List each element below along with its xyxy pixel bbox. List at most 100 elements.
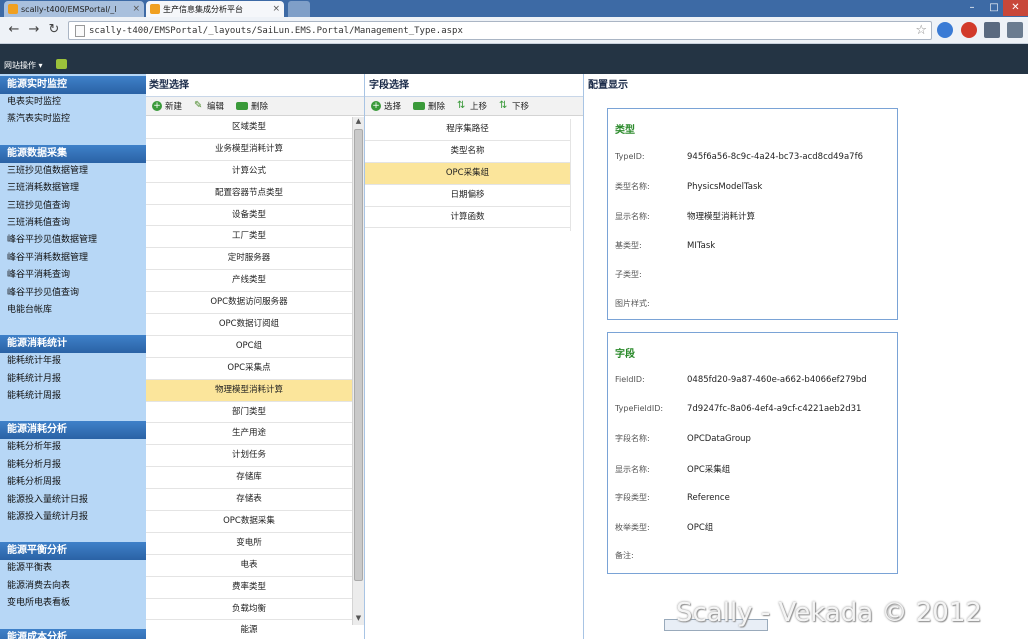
extension-gear-icon[interactable] [937,22,953,38]
forward-arrow-icon[interactable]: → [26,22,42,38]
edit-button[interactable]: ✎ 编辑 [194,100,224,113]
nav-link[interactable]: 变电所电表看板 [0,595,146,612]
maximize-window-icon[interactable]: □ [983,0,1005,16]
nav-link[interactable]: 峰谷平抄见值查询 [0,285,146,302]
nav-section-header[interactable]: 能源平衡分析 [0,542,146,561]
field-list-row[interactable]: 类型名称 [365,141,570,163]
nav-link[interactable]: 三班抄见值数据管理 [0,163,146,180]
browser-toolbar: ← → ↻ scally-t400/EMSPortal/_layouts/Sai… [0,17,1028,44]
new-button[interactable]: + 新建 [152,100,182,112]
nav-link[interactable]: 三班消耗数据管理 [0,180,146,197]
field-list-row[interactable]: 计算函数 [365,207,570,229]
type-list-row[interactable]: OPC组 [146,336,352,358]
info-value: 945f6a56-8c9c-4a24-bc73-acd8cd49a7f6 [687,152,863,162]
nav-link[interactable]: 峰谷平抄见值数据管理 [0,232,146,249]
config-panel-title: 配置显示 [588,80,628,91]
nav-link[interactable]: 能耗分析年报 [0,439,146,456]
nav-link[interactable]: 三班消耗值查询 [0,215,146,232]
minimize-window-icon[interactable]: – [961,0,983,16]
nav-link[interactable]: 能源投入量统计月报 [0,509,146,526]
info-row: 枚举类型: OPC组 [615,521,713,533]
back-arrow-icon[interactable]: ← [6,22,22,38]
type-list-row[interactable]: 能源 [146,620,352,639]
nav-link[interactable]: 能源平衡表 [0,560,146,577]
type-list-row[interactable]: 产线类型 [146,270,352,293]
type-list-row[interactable]: 定时服务器 [146,248,352,271]
nav-section-header[interactable]: 能源数据采集 [0,144,146,163]
nav-link[interactable]: 峰谷平消耗查询 [0,267,146,284]
nav-section-header[interactable]: 能源实时监控 [0,76,146,94]
type-list-row[interactable]: 生产用途 [146,423,352,446]
delete-label: 删除 [428,102,446,112]
tab-close-icon[interactable]: × [272,4,280,14]
extension-stop-icon[interactable] [961,22,977,38]
browser-tab-2[interactable]: 生产信息集成分析平台 × [146,1,284,17]
reload-icon[interactable]: ↻ [46,22,62,38]
type-list-row[interactable]: 变电所 [146,533,352,555]
nav-link[interactable]: 能耗统计周报 [0,388,146,405]
type-list-row[interactable]: 费率类型 [146,577,352,599]
nav-section-header[interactable]: 能源消耗分析 [0,421,146,440]
move-down-button[interactable]: ⇅ 下移 [499,100,529,113]
nav-section-gap [0,319,146,333]
field-list-row[interactable]: 程序集路径 [365,119,570,141]
browser-tab-1[interactable]: scally-t400/EMSPortal/_l × [4,1,144,17]
wrench-menu-icon[interactable] [1007,22,1023,38]
type-list-row[interactable]: 电表 [146,555,352,577]
print-icon[interactable] [984,22,1000,38]
address-url[interactable]: scally-t400/EMSPortal/_layouts/SaiLun.EM… [89,26,915,36]
navigate-up-icon[interactable] [56,59,67,69]
type-list-row[interactable]: 存储库 [146,467,352,490]
scrollbar-thumb[interactable] [354,129,363,581]
nav-link[interactable]: 能源投入量统计日报 [0,492,146,509]
nav-link[interactable]: 能耗分析月报 [0,457,146,474]
type-list-row[interactable]: OPC数据访问服务器 [146,292,352,315]
left-navigation: 能源实时监控 电表实时监控 蒸汽表实时监控 能源数据采集 三班抄见值数据管理 三班消耗数据… [0,74,146,639]
type-list-row[interactable]: 业务模型消耗计算 [146,139,352,161]
nav-link[interactable]: 三班抄见值查询 [0,198,146,215]
type-list-row[interactable]: OPC数据采集 [146,511,352,533]
nav-link[interactable]: 电能台帐库 [0,302,146,319]
site-actions-menu[interactable]: 网站操作 ▾ [4,60,43,71]
tab-close-icon[interactable]: × [132,4,140,14]
type-list-row[interactable]: 工厂类型 [146,226,352,249]
type-list-row[interactable]: 计算公式 [146,161,352,183]
nav-link[interactable]: 能耗分析周报 [0,474,146,491]
type-list-scrollbar[interactable]: ▲ ▼ [352,117,364,625]
type-list-row[interactable]: 负载均衡 [146,599,352,621]
nav-link[interactable]: 能源消费去向表 [0,578,146,595]
field-list-row[interactable]: OPC采集组 [365,162,570,185]
type-list-row[interactable]: 存储表 [146,489,352,512]
type-list-row[interactable]: 物理模型消耗计算 [146,379,352,402]
address-bar[interactable]: scally-t400/EMSPortal/_layouts/SaiLun.EM… [68,21,932,40]
move-up-button[interactable]: ⇅ 上移 [457,100,487,113]
new-tab-button[interactable] [288,1,310,17]
info-value: PhysicsModelTask [687,182,763,193]
nav-link[interactable]: 能耗统计月报 [0,371,146,388]
nav-link[interactable]: 蒸汽表实时监控 [0,111,146,128]
delete-type-button[interactable]: 删除 [236,100,268,112]
scroll-up-arrow-icon[interactable]: ▲ [353,117,364,128]
info-value: 物理模型消耗计算 [687,212,756,223]
info-value: MITask [687,240,716,251]
nav-link[interactable]: 峰谷平消耗数据管理 [0,250,146,267]
bookmark-star-icon[interactable]: ☆ [915,23,927,38]
select-button[interactable]: + 选择 [371,100,401,112]
nav-section-header[interactable]: 能源消耗统计 [0,335,146,354]
close-window-icon[interactable]: ✕ [1003,0,1028,16]
type-list-row[interactable]: OPC采集点 [146,358,352,380]
type-list-row[interactable]: OPC数据订阅组 [146,314,352,336]
nav-link[interactable]: 能耗统计年报 [0,353,146,370]
nav-section-header[interactable]: 能源成本分析 [0,628,146,639]
type-list-row[interactable]: 部门类型 [146,402,352,424]
type-list-row[interactable]: 配置容器节点类型 [146,183,352,205]
type-list-row[interactable]: 计划任务 [146,445,352,468]
scroll-down-arrow-icon[interactable]: ▼ [353,614,364,625]
info-value: 0485fd20-9a87-460e-a662-b4066ef279bd [687,375,867,385]
delete-field-button[interactable]: 删除 [413,100,445,112]
type-list-row[interactable]: 设备类型 [146,205,352,227]
pencil-icon: ✎ [194,100,203,111]
field-list-row[interactable]: 日期偏移 [365,185,570,207]
type-list-row[interactable]: 区域类型 [146,117,352,139]
nav-link[interactable]: 电表实时监控 [0,94,146,111]
